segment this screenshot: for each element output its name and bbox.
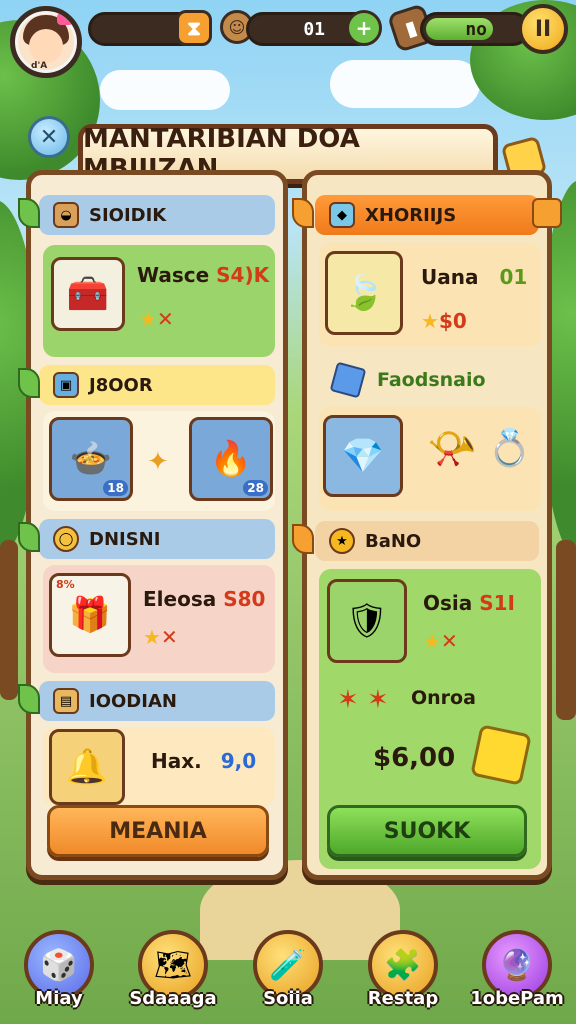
red-chest-icon: 🎁 8% (49, 573, 131, 657)
item-name: Wasce S4)K (137, 263, 270, 287)
section-label: Faodsnaio (377, 369, 486, 391)
section-header-4: ▤ IOODIAN (39, 681, 275, 721)
hourglass-icon[interactable]: ⧗ (176, 10, 212, 46)
crystal-shard-icon[interactable]: 💎 (323, 415, 403, 497)
avatar-bow (57, 13, 73, 25)
section-label: IOODIAN (89, 690, 177, 712)
shop-item-card-right-1[interactable]: 🍃 Uana 01 ★$0 (319, 243, 541, 347)
resource-bar-2-value: 01 (303, 19, 325, 40)
shield-drum-icon: 🛡 (327, 579, 407, 663)
featured-item-card[interactable]: 🛡 Osia S1I ★✕ ✶ ✶ Onroa $6,00 SUOKK (319, 569, 541, 869)
tree-trunk (0, 540, 18, 700)
star-rating: ★$0 (421, 309, 467, 333)
section-label: SIOIDIK (89, 204, 167, 226)
orange-tag-icon (532, 198, 562, 228)
section-header-right-3: ★ BaNO (315, 521, 539, 561)
close-icon: ✕ (39, 124, 59, 150)
diamond-icon: ◆ (329, 202, 355, 228)
item-count-badge: 18 (103, 480, 128, 496)
sparkle-icon: ✦ (147, 447, 169, 477)
right-shop-panel: ◆ XHORIIJS 🍃 Uana 01 ★$0 Faodsnaio 💎 📯 💍… (302, 170, 552, 880)
pause-button[interactable]: II (518, 4, 568, 54)
item-name: Hax. 9,0 (151, 749, 257, 773)
shop-item-row-right-2: 💎 📯 💍 (319, 407, 541, 511)
fire-gem-icon[interactable]: 🔥 28 (189, 417, 273, 501)
nav-label: Soiia (263, 988, 313, 1009)
shop-item-row-2: 🍲 18 ✦ 🔥 28 (43, 411, 275, 511)
nav-item-soiia[interactable]: 🧪 Soiia (247, 930, 329, 1024)
section-label: J8OOR (89, 374, 153, 396)
item-count-badge: 28 (243, 480, 268, 496)
leaf-icon (18, 522, 40, 552)
bonus-label: Onroa (411, 687, 476, 709)
section-header-1: ◒ SIOIDIK (39, 195, 275, 235)
suokk-button[interactable]: SUOKK (327, 805, 527, 857)
nav-label: Restap (367, 988, 439, 1009)
nav-item-1obepam[interactable]: 🔮 1obePam (470, 930, 564, 1024)
pause-icon: II (534, 16, 552, 42)
red-stars-icon: ✶ ✶ (337, 685, 389, 715)
treasure-chest-icon: 🧰 (51, 257, 125, 331)
star-rating: ★✕ (139, 307, 174, 331)
nav-item-sdaaaga[interactable]: 🗺 Sdaaaga (129, 930, 217, 1024)
leaf-icon (18, 684, 40, 714)
tree-trunk (556, 540, 576, 720)
cloud (100, 70, 230, 110)
item-name: Osia S1I (423, 591, 515, 615)
avatar-face (29, 29, 63, 63)
shop-item-card-1[interactable]: 🧰 Wasce S4)K ★✕ (43, 245, 275, 357)
discount-tag: 8% (56, 578, 75, 591)
nav-label: 1obePam (470, 988, 564, 1009)
meania-button[interactable]: MEANIA (47, 805, 269, 857)
bread-icon: ◒ (53, 202, 79, 228)
red-ring-icon[interactable]: 💍 (487, 427, 532, 469)
resource-bar-3-value: no (465, 19, 487, 40)
nav-label: Miay (35, 988, 83, 1009)
section-label: BaNO (365, 530, 422, 552)
bottom-navigation: 🎲 Miay 🗺 Sdaaaga 🧪 Soiia 🧩 Restap 🔮 1obe… (0, 930, 576, 1024)
golden-bell-icon: 🔔 (49, 729, 125, 805)
leaf-icon (292, 524, 314, 554)
item-name: Eleosa S80 (143, 587, 266, 611)
shop-item-card-4[interactable]: 🔔 Hax. 9,0 (43, 727, 275, 807)
nav-item-miay[interactable]: 🎲 Miay (18, 930, 100, 1024)
nav-item-restap[interactable]: 🧩 Restap (362, 930, 444, 1024)
shop-item-card-3[interactable]: 🎁 8% Eleosa S80 ★✕ (43, 565, 275, 673)
section-label: XHORIIJS (365, 204, 457, 226)
gold-gem-icon (470, 724, 532, 786)
star-icon: ★ (329, 528, 355, 554)
section-label: DNISNI (89, 528, 161, 550)
golden-cauldron-icon[interactable]: 🍲 18 (49, 417, 133, 501)
leaf-icon (18, 198, 40, 228)
resource-bar-3: no (420, 12, 530, 46)
cloud (330, 60, 480, 108)
total-price: $6,00 (373, 743, 456, 773)
scroll-icon: ▤ (53, 688, 79, 714)
avatar-tag: d'A (31, 61, 48, 71)
add-resource-button[interactable]: + (346, 10, 382, 46)
section-header-3: ◯ DNISNI (39, 519, 275, 559)
top-bar: d'A ⧗ ☺ 01 + ▮ no II (0, 0, 576, 78)
green-leaf-potion-icon: 🍃 (325, 251, 403, 335)
item-name: Uana 01 (421, 265, 528, 289)
star-rating: ★✕ (143, 625, 178, 649)
blue-cube-icon (329, 361, 367, 399)
section-header-right-1: ◆ XHORIIJS (315, 195, 539, 235)
ring-icon: ◯ (53, 526, 79, 552)
star-rating: ★✕ (423, 629, 458, 653)
close-button[interactable]: ✕ (28, 116, 70, 158)
left-shop-panel: ◒ SIOIDIK 🧰 Wasce S4)K ★✕ ▣ J8OOR 🍲 18 ✦ … (26, 170, 288, 880)
plus-icon: + (355, 16, 373, 40)
leaf-icon (292, 198, 314, 228)
section-header-2: ▣ J8OOR (39, 365, 275, 405)
horn-icon[interactable]: 📯 (427, 425, 477, 472)
resource-bar-2-fill (252, 18, 352, 40)
box-icon: ▣ (53, 372, 79, 398)
player-avatar[interactable]: d'A (10, 6, 82, 78)
nav-label: Sdaaaga (129, 988, 217, 1009)
leaf-icon (18, 368, 40, 398)
